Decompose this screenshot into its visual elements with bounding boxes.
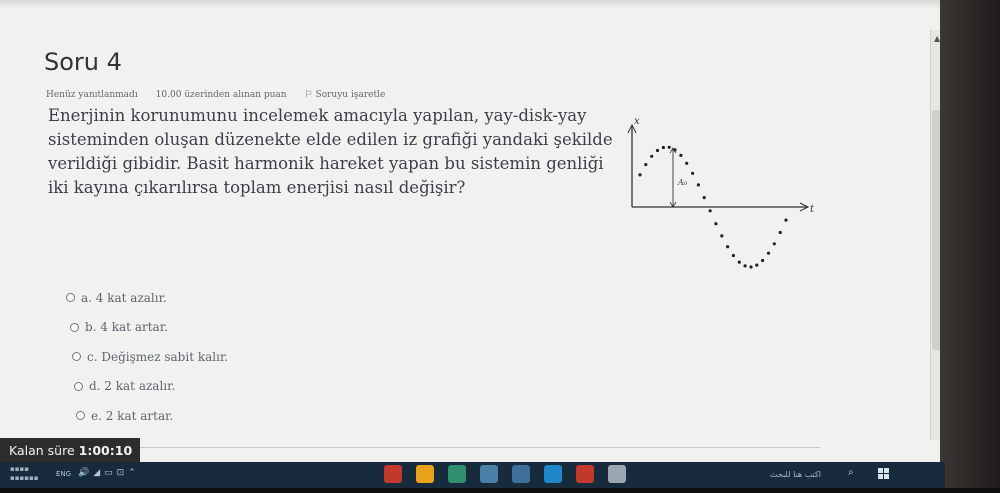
option-c-label: c. Değişmez sabit kalır. xyxy=(87,349,229,364)
browser-screen: Soru 4 Henüz yanıtlanmadı 10.00 üzerinde… xyxy=(0,0,945,462)
question-text: Enerjinin korunumunu incelemek amacıyla … xyxy=(48,106,613,197)
amplitude-label: A₀ xyxy=(677,178,688,187)
trace-dot xyxy=(685,161,689,165)
flag-icon: ⚐ xyxy=(304,90,313,100)
timer-value: 1:00:10 xyxy=(78,442,133,458)
trace-dot xyxy=(638,173,642,177)
edge-icon[interactable] xyxy=(544,465,562,483)
graph-x-axis-label: t xyxy=(810,204,815,215)
app-icon[interactable] xyxy=(448,465,466,483)
trace-dot xyxy=(691,171,695,175)
option-e[interactable]: e. 2 kat artar. xyxy=(76,401,228,431)
trace-graph: x t A₀ xyxy=(627,116,815,269)
taskbar-apps xyxy=(384,465,626,483)
trace-dot xyxy=(766,251,771,255)
search-icon[interactable]: ⌕ xyxy=(848,467,854,478)
trace-dot xyxy=(696,183,700,187)
trace-dot xyxy=(720,234,724,238)
trace-dot xyxy=(778,230,782,235)
radio-b[interactable] xyxy=(70,322,79,332)
taskbar-clock[interactable]: ▪▪▪▪ ▪▪▪▪▪▪ xyxy=(10,465,38,483)
radio-a[interactable] xyxy=(66,293,75,303)
trace-dot xyxy=(661,145,665,150)
chrome-icon[interactable] xyxy=(416,465,434,483)
graph-y-axis-label: x xyxy=(634,116,640,127)
trace-dot xyxy=(784,218,788,222)
question-status: Henüz yanıtlanmadı xyxy=(46,90,138,100)
trace-dot xyxy=(761,258,765,263)
option-e-label: e. 2 kat artar. xyxy=(91,408,174,423)
trace-dot xyxy=(679,153,683,157)
option-c[interactable]: c. Değişmez sabit kalır. xyxy=(72,342,228,372)
trace-dot xyxy=(755,263,759,267)
trace-dot xyxy=(726,245,730,249)
question-title: Soru 4 xyxy=(44,48,122,76)
trace-dot xyxy=(644,163,648,167)
radio-e[interactable] xyxy=(76,411,85,421)
option-b[interactable]: b. 4 kat artar. xyxy=(70,313,228,343)
flag-question-link[interactable]: ⚐ Soruyu işaretle xyxy=(305,90,386,100)
radio-c[interactable] xyxy=(72,352,81,362)
system-tray-icons[interactable]: 🔊◢▭⊡⌃ xyxy=(78,468,140,478)
trace-dot xyxy=(650,154,654,158)
monitor-bottom-edge xyxy=(0,488,1000,493)
taskview-icon[interactable] xyxy=(608,465,626,483)
trace-dot xyxy=(708,209,712,213)
trace-dot xyxy=(743,264,747,268)
option-a-label: a. 4 kat azalır. xyxy=(81,290,167,305)
acrobat-icon[interactable] xyxy=(576,465,594,483)
trace-dot xyxy=(737,260,741,264)
trace-dot xyxy=(673,148,677,152)
option-b-label: b. 4 kat artar. xyxy=(85,320,168,335)
answer-options: a. 4 kat azalır. b. 4 kat artar. c. Deği… xyxy=(66,283,228,431)
window-top-edge xyxy=(0,0,945,8)
trace-dot xyxy=(714,222,718,226)
taskbar: ▪▪▪▪ ▪▪▪▪▪▪ ENG 🔊◢▭⊡⌃ اكتب هنا للبحث ⌕ xyxy=(0,462,945,488)
trace-dot xyxy=(655,148,660,153)
option-a[interactable]: a. 4 kat azalır. xyxy=(66,283,228,313)
timer-label: Kalan süre xyxy=(9,442,75,458)
trace-dot xyxy=(667,145,671,149)
store-icon[interactable] xyxy=(480,465,498,483)
trace-dot xyxy=(702,196,706,200)
folder-icon[interactable] xyxy=(512,465,530,483)
flag-question-label: Soruyu işaretle xyxy=(315,90,386,100)
question-meta: Henüz yanıtlanmadı 10.00 üzerinden alına… xyxy=(46,90,385,100)
trace-dot xyxy=(749,265,753,269)
language-indicator[interactable]: ENG xyxy=(56,470,71,478)
monitor-bezel xyxy=(940,0,1000,493)
windows-start-icon[interactable] xyxy=(878,468,890,480)
trace-dot xyxy=(731,253,735,258)
radio-d[interactable] xyxy=(74,381,83,391)
taskbar-search-box[interactable]: اكتب هنا للبحث xyxy=(770,470,821,479)
trace-dot xyxy=(772,242,776,246)
remaining-time-badge: Kalan süre 1:00:10 xyxy=(0,438,140,462)
question-points: 10.00 üzerinden alınan puan xyxy=(155,90,287,100)
option-d[interactable]: d. 2 kat azalır. xyxy=(74,372,228,402)
option-d-label: d. 2 kat azalır. xyxy=(89,379,176,394)
opera-icon[interactable] xyxy=(384,465,402,483)
